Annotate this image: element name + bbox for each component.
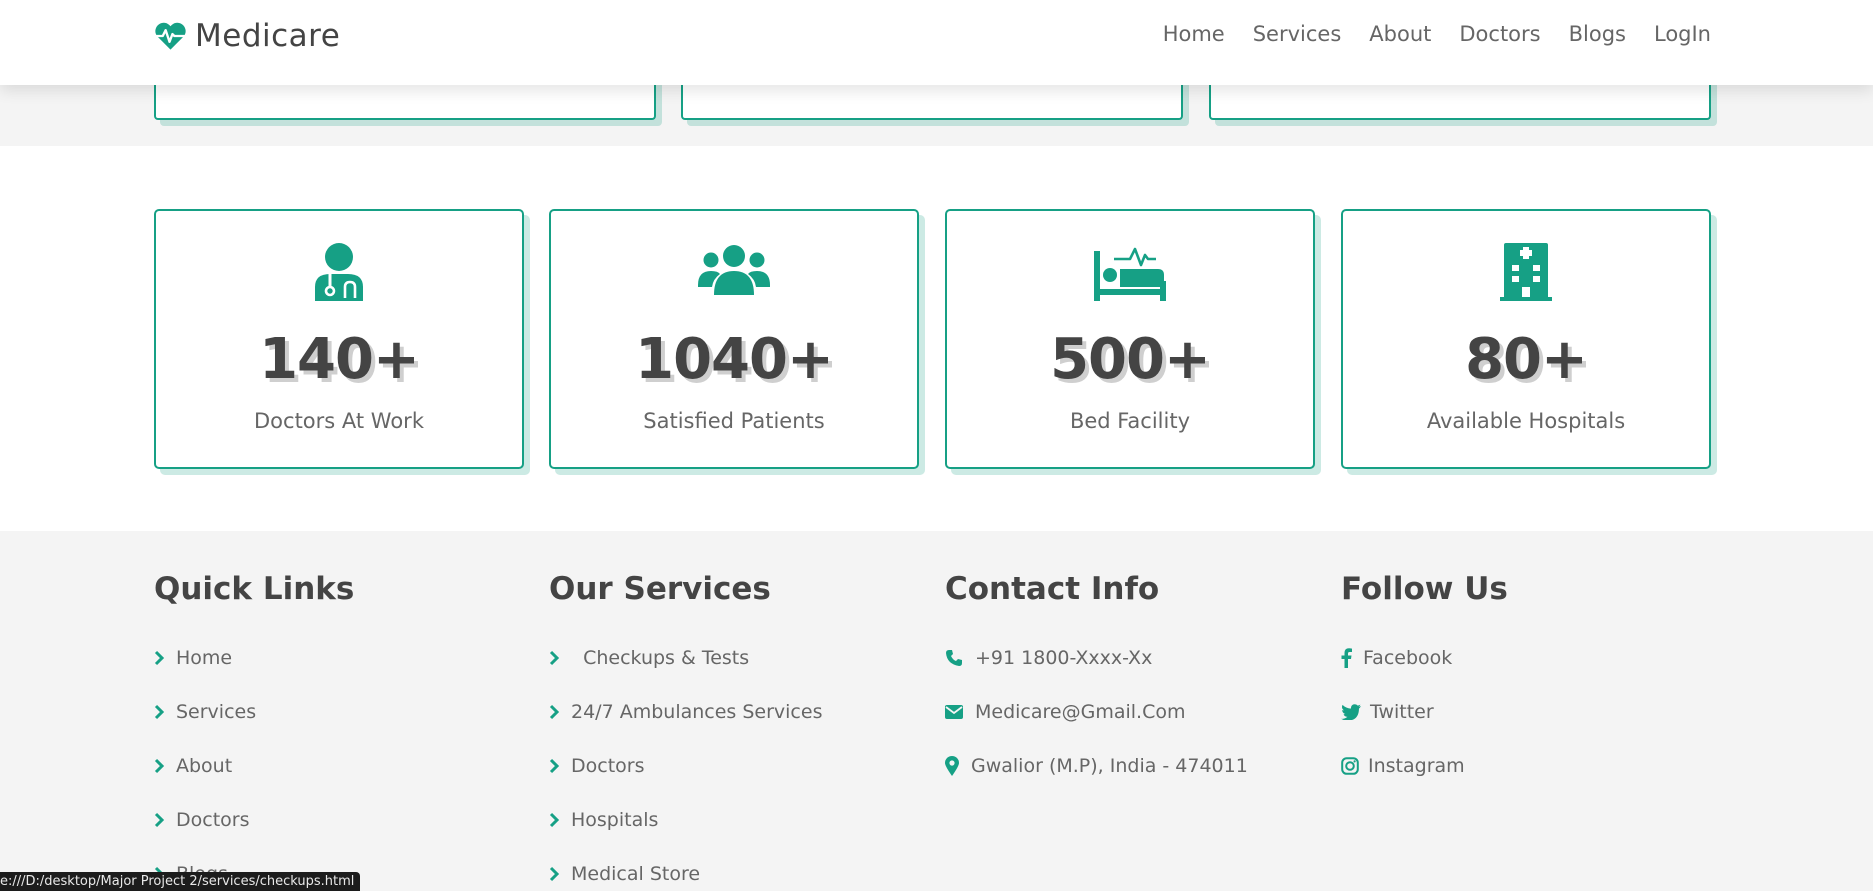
stat-label: Bed Facility: [1069, 409, 1191, 433]
social-facebook[interactable]: Facebook: [1341, 631, 1711, 685]
chevron-right-icon: [154, 704, 176, 720]
footer-link-doctors[interactable]: Doctors: [154, 793, 524, 847]
twitter-icon: [1341, 704, 1370, 720]
footer-heading: Follow Us: [1341, 571, 1508, 607]
brand-name: Medicare: [195, 18, 341, 54]
chevron-right-icon: [549, 866, 571, 882]
phone-icon: [945, 649, 975, 667]
contact-text: +91 1800-Xxxx-Xx: [975, 647, 1153, 669]
social-twitter[interactable]: Twitter: [1341, 685, 1711, 739]
stat-label: Available Hospitals: [1426, 409, 1626, 433]
chevron-right-icon: [549, 758, 571, 774]
footer-link-doctors-service[interactable]: Doctors: [549, 739, 919, 793]
social-label: Facebook: [1363, 647, 1453, 669]
social-instagram[interactable]: Instagram: [1341, 739, 1711, 793]
instagram-icon: [1341, 757, 1368, 775]
site-footer: Quick Links Home Services About Doctors …: [0, 531, 1873, 891]
bed-pulse-icon: [1094, 247, 1166, 301]
stat-value: 500+: [1050, 327, 1211, 392]
footer-link-label: Doctors: [571, 755, 645, 777]
heartbeat-icon: [154, 22, 187, 50]
stat-label: Satisfied Patients: [643, 409, 825, 433]
contact-text: Medicare@Gmail.Com: [975, 701, 1186, 723]
stat-value: 1040+: [635, 327, 834, 392]
hospital-icon: [1500, 243, 1552, 301]
footer-link-checkups[interactable]: Checkups & Tests: [549, 631, 919, 685]
footer-link-hospitals[interactable]: Hospitals: [549, 793, 919, 847]
footer-link-label: Checkups & Tests: [571, 647, 750, 669]
footer-our-services: Our Services Checkups & Tests 24/7 Ambul…: [549, 571, 919, 891]
footer-contact-info: Contact Info +91 1800-Xxxx-Xx Medicare@G…: [945, 571, 1315, 793]
nav-doctors[interactable]: Doctors: [1459, 22, 1540, 46]
footer-link-ambulances[interactable]: 24/7 Ambulances Services: [549, 685, 919, 739]
chevron-right-icon: [549, 812, 571, 828]
map-marker-icon: [945, 756, 971, 776]
user-doctor-icon: [315, 243, 363, 301]
footer-link-label: Hospitals: [571, 809, 659, 831]
footer-link-medical-store[interactable]: Medical Store: [549, 847, 919, 891]
footer-heading: Our Services: [549, 571, 771, 607]
chevron-right-icon: [154, 650, 176, 666]
nav-about[interactable]: About: [1369, 22, 1431, 46]
site-header: Medicare Home Services About Doctors Blo…: [0, 0, 1873, 85]
chevron-right-icon: [549, 704, 571, 720]
stat-card-doctors: 140+ Doctors At Work: [154, 209, 524, 469]
footer-heading: Quick Links: [154, 571, 355, 607]
users-icon: [698, 245, 770, 295]
footer-link-label: 24/7 Ambulances Services: [571, 701, 823, 723]
footer-heading: Contact Info: [945, 571, 1160, 607]
envelope-icon: [945, 705, 975, 719]
footer-link-label: Doctors: [176, 809, 250, 831]
stat-card-hospitals: 80+ Available Hospitals: [1341, 209, 1711, 469]
footer-link-home[interactable]: Home: [154, 631, 524, 685]
browser-status-bar: e:///D:/desktop/Major Project 2/services…: [0, 872, 361, 891]
stat-value: 140+: [259, 327, 420, 392]
stat-card-beds: 500+ Bed Facility: [945, 209, 1315, 469]
chevron-right-icon: [154, 758, 176, 774]
stat-label: Doctors At Work: [254, 409, 424, 433]
nav-blogs[interactable]: Blogs: [1569, 22, 1626, 46]
footer-follow-us: Follow Us Facebook Twitter Instagram: [1341, 571, 1711, 793]
footer-quick-links: Quick Links Home Services About Doctors …: [154, 571, 524, 891]
chevron-right-icon: [154, 812, 176, 828]
facebook-icon: [1341, 648, 1363, 668]
social-label: Instagram: [1368, 755, 1465, 777]
footer-link-label: Services: [176, 701, 257, 723]
contact-phone[interactable]: +91 1800-Xxxx-Xx: [945, 631, 1315, 685]
stat-card-patients: 1040+ Satisfied Patients: [549, 209, 919, 469]
nav-services[interactable]: Services: [1253, 22, 1342, 46]
contact-address: Gwalior (M.P), India - 474011: [945, 739, 1315, 793]
footer-link-label: Home: [176, 647, 233, 669]
main-nav: Home Services About Doctors Blogs LogIn: [1163, 22, 1711, 46]
footer-link-services[interactable]: Services: [154, 685, 524, 739]
contact-text: Gwalior (M.P), India - 474011: [971, 755, 1248, 777]
footer-link-about[interactable]: About: [154, 739, 524, 793]
social-label: Twitter: [1370, 701, 1434, 723]
chevron-right-icon: [549, 650, 571, 666]
contact-email[interactable]: Medicare@Gmail.Com: [945, 685, 1315, 739]
nav-login[interactable]: LogIn: [1654, 22, 1711, 46]
footer-link-label: Medical Store: [571, 863, 701, 885]
stat-value: 80+: [1465, 327, 1588, 392]
brand-logo[interactable]: Medicare: [154, 18, 340, 54]
nav-home[interactable]: Home: [1163, 22, 1225, 46]
footer-link-label: About: [176, 755, 233, 777]
